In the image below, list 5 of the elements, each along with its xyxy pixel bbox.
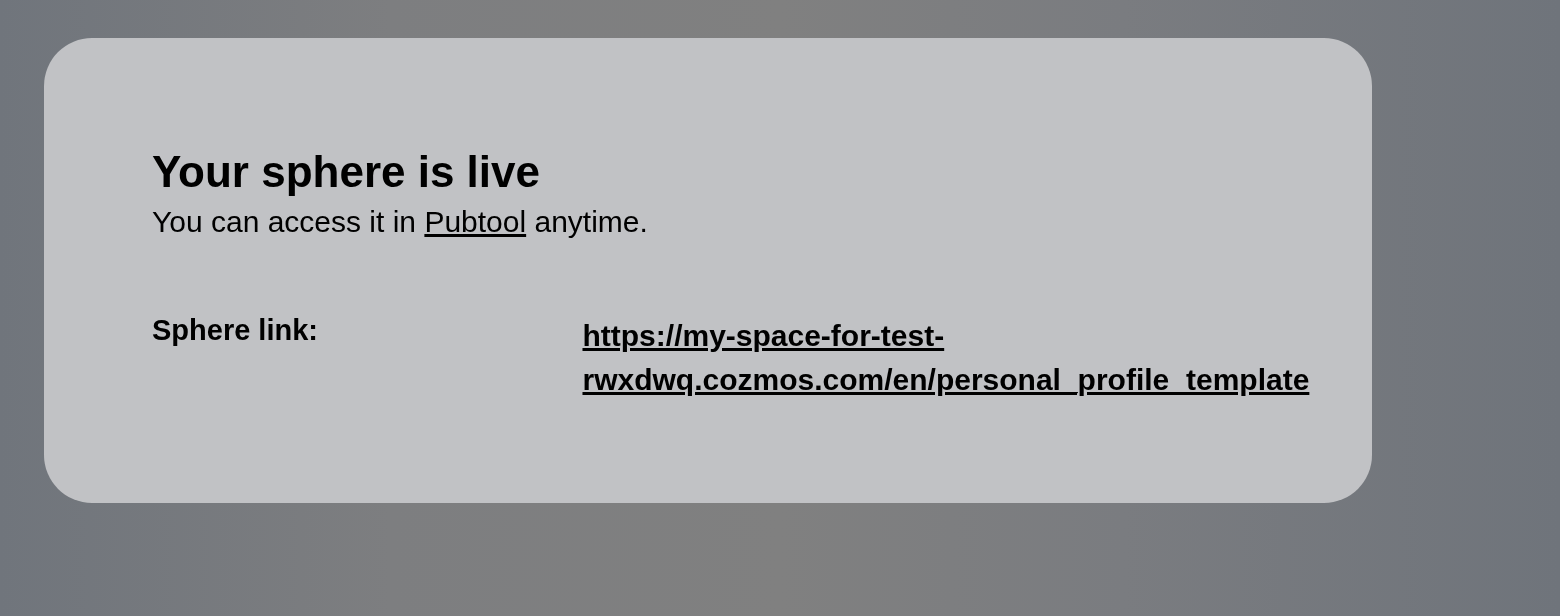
- dialog-title: Your sphere is live: [152, 146, 541, 198]
- field-label: Sphere link:: [152, 313, 319, 348]
- pubtool-link[interactable]: Pubtool: [424, 205, 527, 238]
- sphere-link[interactable]: https://my-space-for-test-rwxdwq.cozmos.com/en/personal_profile_template: [582, 314, 1372, 402]
- message-text: You can access it in Pubtool anytime.: [152, 204, 649, 240]
